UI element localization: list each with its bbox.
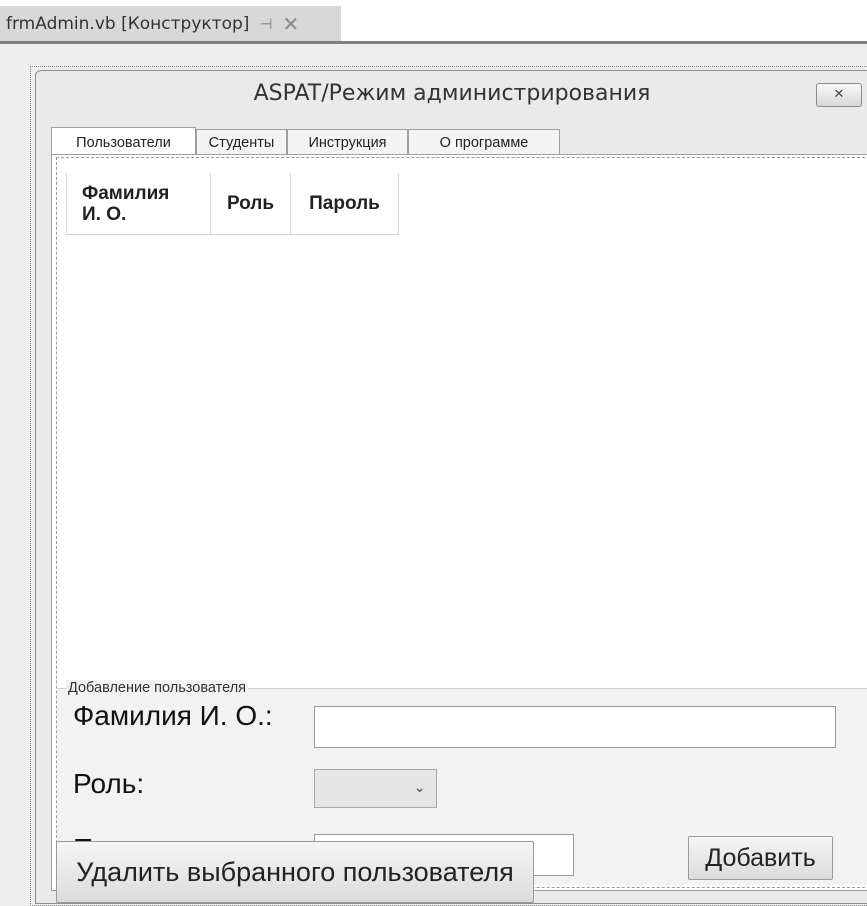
fio-label: Фамилия И. О.: [73, 700, 273, 731]
document-tab-strip: frmAdmin.vb [Конструктор] ⊣ ✕ [0, 0, 867, 44]
chevron-down-icon: ⌄ [413, 778, 426, 796]
document-tab-frmadmin[interactable]: frmAdmin.vb [Конструктор] ⊣ ✕ [0, 6, 341, 41]
designer-surface: ASPAT/Режим администрирования ✕ Пользова… [0, 44, 867, 906]
role-label: Роль: [73, 768, 145, 799]
close-icon: ✕ [833, 87, 845, 102]
panel-design-frame: Фамилия И. О. Роль Пароль Добавление пол… [56, 157, 867, 888]
users-grid[interactable]: Фамилия И. О. Роль Пароль [66, 173, 399, 235]
delete-user-button[interactable]: Удалить выбранного пользователя [56, 841, 534, 903]
tab-users[interactable]: Пользователи [51, 127, 196, 155]
tab-students[interactable]: Студенты [196, 129, 287, 155]
form-close-button[interactable]: ✕ [816, 83, 862, 107]
role-combobox[interactable]: ⌄ [314, 769, 437, 808]
tab-instructions[interactable]: Инструкция [287, 129, 408, 155]
column-header-role[interactable]: Роль [211, 173, 291, 235]
tab-about[interactable]: О программе [408, 129, 560, 155]
document-tab-title: frmAdmin.vb [Конструктор] [6, 13, 250, 34]
form-window[interactable]: ASPAT/Режим администрирования ✕ Пользова… [35, 70, 867, 904]
column-header-role-label: Роль [226, 193, 275, 214]
fio-input[interactable] [314, 706, 836, 748]
form-title: ASPAT/Режим администрирования [253, 81, 651, 106]
column-header-password[interactable]: Пароль [291, 173, 399, 235]
column-header-fio-label: Фамилия И. О. [82, 182, 170, 225]
add-user-group-legend: Добавление пользователя [66, 680, 249, 696]
pin-icon[interactable]: ⊣ [259, 15, 272, 33]
add-user-button[interactable]: Добавить [688, 836, 833, 880]
close-icon[interactable]: ✕ [282, 12, 299, 36]
tab-panel-users: Фамилия И. О. Роль Пароль Добавление пол… [51, 154, 867, 891]
column-header-fio[interactable]: Фамилия И. О. [66, 173, 211, 235]
column-header-password-label: Пароль [309, 193, 380, 214]
